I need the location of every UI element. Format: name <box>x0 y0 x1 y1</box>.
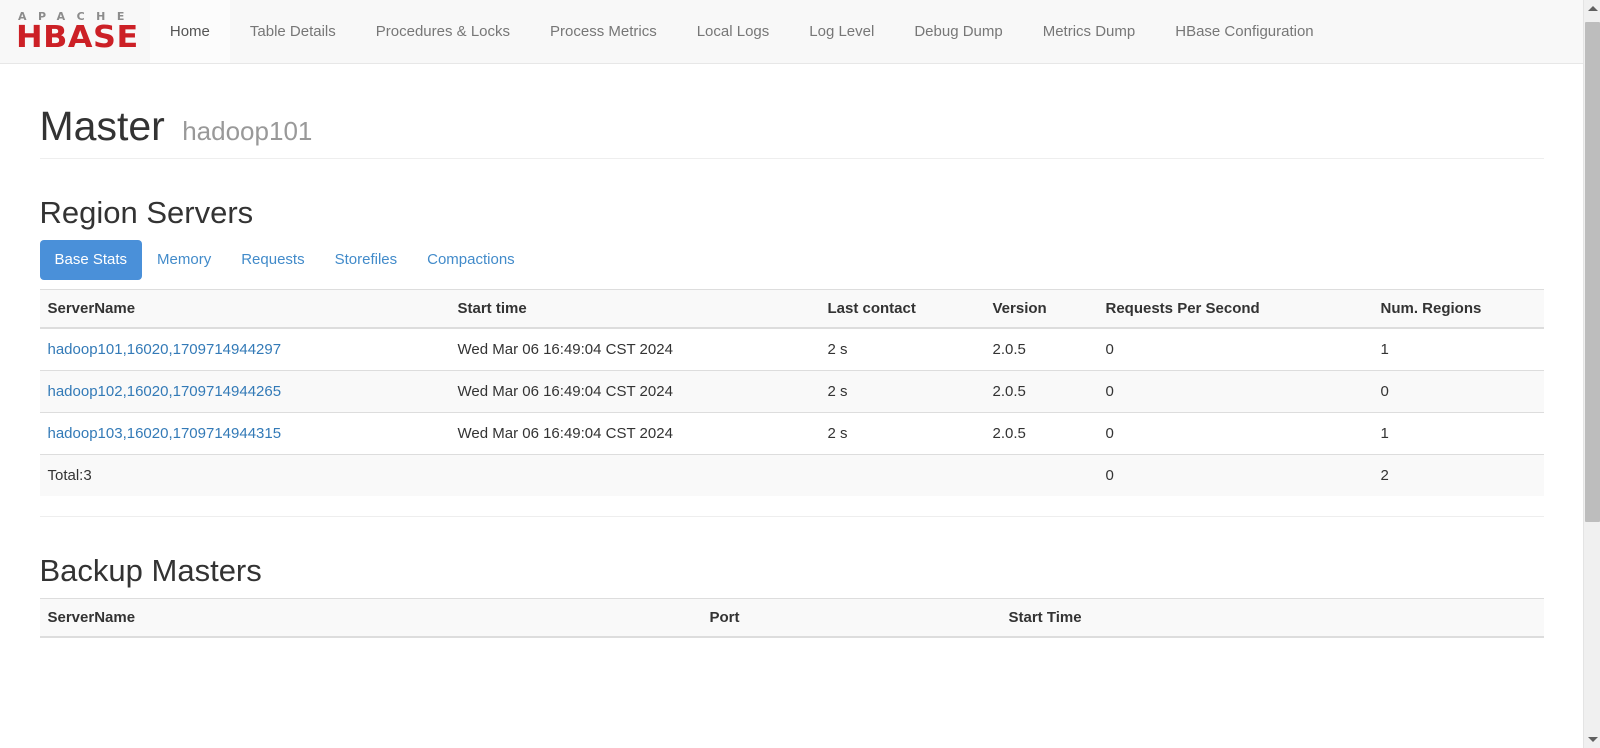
server-link[interactable]: hadoop102,16020,1709714944265 <box>48 383 282 400</box>
cell-total-num-regions: 2 <box>1372 454 1544 497</box>
col-header-last-contact: Last contact <box>819 289 985 330</box>
region-servers-table: ServerName Start time Last contact Versi… <box>39 289 1544 497</box>
cell-version: 2.0.5 <box>984 412 1098 455</box>
nav-item-hbase-configuration[interactable]: HBase Configuration <box>1155 0 1333 63</box>
nav-link-hbase-configuration[interactable]: HBase Configuration <box>1155 0 1333 63</box>
nav-item-metrics-dump[interactable]: Metrics Dump <box>1023 0 1156 63</box>
nav-item-local-logs[interactable]: Local Logs <box>677 0 790 63</box>
scroll-up-arrow-icon[interactable] <box>1584 0 1600 17</box>
cell-total-label: Total:3 <box>39 454 450 497</box>
cell-num-regions: 0 <box>1372 370 1544 413</box>
nav-item-process-metrics[interactable]: Process Metrics <box>530 0 677 63</box>
tab-link-requests[interactable]: Requests <box>226 240 319 280</box>
cell-server-name: hadoop103,16020,1709714944315 <box>39 412 450 455</box>
backup-masters-table: ServerName Port Start Time <box>39 598 1544 639</box>
col-header-backup-port: Port <box>701 598 1001 639</box>
scroll-down-arrow-icon[interactable] <box>1584 731 1600 748</box>
logo-hbase-text: HBASE <box>16 20 139 55</box>
cell-total-requests-per-second: 0 <box>1097 454 1373 497</box>
col-header-requests-per-second: Requests Per Second <box>1097 289 1373 330</box>
section-divider <box>39 516 1544 518</box>
nav-link-home[interactable]: Home <box>149 0 230 63</box>
nav-item-table-details[interactable]: Table Details <box>230 0 356 63</box>
scrollbar-thumb[interactable] <box>1585 22 1600 522</box>
table-row: hadoop101,16020,1709714944297 Wed Mar 06… <box>39 327 1544 371</box>
main-container: Master hadoop101 Region Servers Base Sta… <box>25 103 1559 639</box>
table-total-row: Total:3 0 2 <box>39 454 1544 497</box>
col-header-backup-start-time: Start Time <box>1000 598 1544 639</box>
tab-link-memory[interactable]: Memory <box>142 240 226 280</box>
hbase-logo[interactable]: APACHE HBASE <box>0 0 150 64</box>
page-header: Master hadoop101 <box>39 103 1544 160</box>
page-title-hostname: hadoop101 <box>182 116 313 146</box>
col-header-version: Version <box>984 289 1098 330</box>
nav-item-log-level[interactable]: Log Level <box>789 0 894 63</box>
cell-total-start-time <box>449 454 820 497</box>
nav-item-home[interactable]: Home <box>149 0 230 63</box>
cell-start-time: Wed Mar 06 16:49:04 CST 2024 <box>449 370 820 413</box>
table-header-row: ServerName Port Start Time <box>39 598 1544 639</box>
nav-link-debug-dump[interactable]: Debug Dump <box>894 0 1022 63</box>
cell-start-time: Wed Mar 06 16:49:04 CST 2024 <box>449 412 820 455</box>
cell-requests-per-second: 0 <box>1097 327 1373 371</box>
tab-link-storefiles[interactable]: Storefiles <box>320 240 413 280</box>
tab-base-stats[interactable]: Base Stats <box>39 240 143 281</box>
cell-requests-per-second: 0 <box>1097 412 1373 455</box>
nav-link-table-details[interactable]: Table Details <box>230 0 356 63</box>
nav-link-procedures-locks[interactable]: Procedures & Locks <box>356 0 530 63</box>
tab-link-base-stats[interactable]: Base Stats <box>39 240 143 281</box>
col-header-num-regions: Num. Regions <box>1372 289 1544 330</box>
cell-num-regions: 1 <box>1372 412 1544 455</box>
page-title-text: Master <box>39 103 165 149</box>
tab-storefiles[interactable]: Storefiles <box>320 240 413 280</box>
cell-server-name: hadoop102,16020,1709714944265 <box>39 370 450 413</box>
cell-start-time: Wed Mar 06 16:49:04 CST 2024 <box>449 327 820 371</box>
nav-item-debug-dump[interactable]: Debug Dump <box>894 0 1022 63</box>
backup-masters-heading: Backup Masters <box>39 553 262 589</box>
table-row: hadoop103,16020,1709714944315 Wed Mar 06… <box>39 412 1544 455</box>
cell-num-regions: 1 <box>1372 327 1544 371</box>
tab-link-compactions[interactable]: Compactions <box>412 240 530 280</box>
cell-server-name: hadoop101,16020,1709714944297 <box>39 327 450 371</box>
cell-version: 2.0.5 <box>984 370 1098 413</box>
tab-memory[interactable]: Memory <box>142 240 226 280</box>
server-link[interactable]: hadoop101,16020,1709714944297 <box>48 341 282 358</box>
tab-requests[interactable]: Requests <box>226 240 319 280</box>
page-title: Master hadoop101 <box>39 103 1544 149</box>
cell-last-contact: 2 s <box>819 412 985 455</box>
page-viewport: APACHE HBASE Home Table Details Procedur… <box>0 0 1583 748</box>
nav-link-local-logs[interactable]: Local Logs <box>677 0 790 63</box>
table-header-row: ServerName Start time Last contact Versi… <box>39 289 1544 330</box>
top-navbar: APACHE HBASE Home Table Details Procedur… <box>0 0 1583 64</box>
table-row: hadoop102,16020,1709714944265 Wed Mar 06… <box>39 370 1544 413</box>
tab-compactions[interactable]: Compactions <box>412 240 530 280</box>
cell-version: 2.0.5 <box>984 327 1098 371</box>
region-servers-heading: Region Servers <box>39 195 254 231</box>
cell-last-contact: 2 s <box>819 370 985 413</box>
col-header-start-time: Start time <box>449 289 820 330</box>
nav-menu: Home Table Details Procedures & Locks Pr… <box>149 0 1334 63</box>
col-header-server-name: ServerName <box>39 289 450 330</box>
nav-link-metrics-dump[interactable]: Metrics Dump <box>1023 0 1156 63</box>
cell-total-version <box>984 454 1098 497</box>
nav-link-process-metrics[interactable]: Process Metrics <box>530 0 677 63</box>
region-servers-tabs: Base Stats Memory Requests Storefiles Co… <box>39 240 1544 281</box>
server-link[interactable]: hadoop103,16020,1709714944315 <box>48 425 282 442</box>
vertical-scrollbar[interactable] <box>1583 0 1600 748</box>
cell-last-contact: 2 s <box>819 327 985 371</box>
nav-link-log-level[interactable]: Log Level <box>789 0 894 63</box>
cell-total-last-contact <box>819 454 985 497</box>
nav-item-procedures-locks[interactable]: Procedures & Locks <box>356 0 530 63</box>
col-header-backup-server-name: ServerName <box>39 598 702 639</box>
cell-requests-per-second: 0 <box>1097 370 1373 413</box>
